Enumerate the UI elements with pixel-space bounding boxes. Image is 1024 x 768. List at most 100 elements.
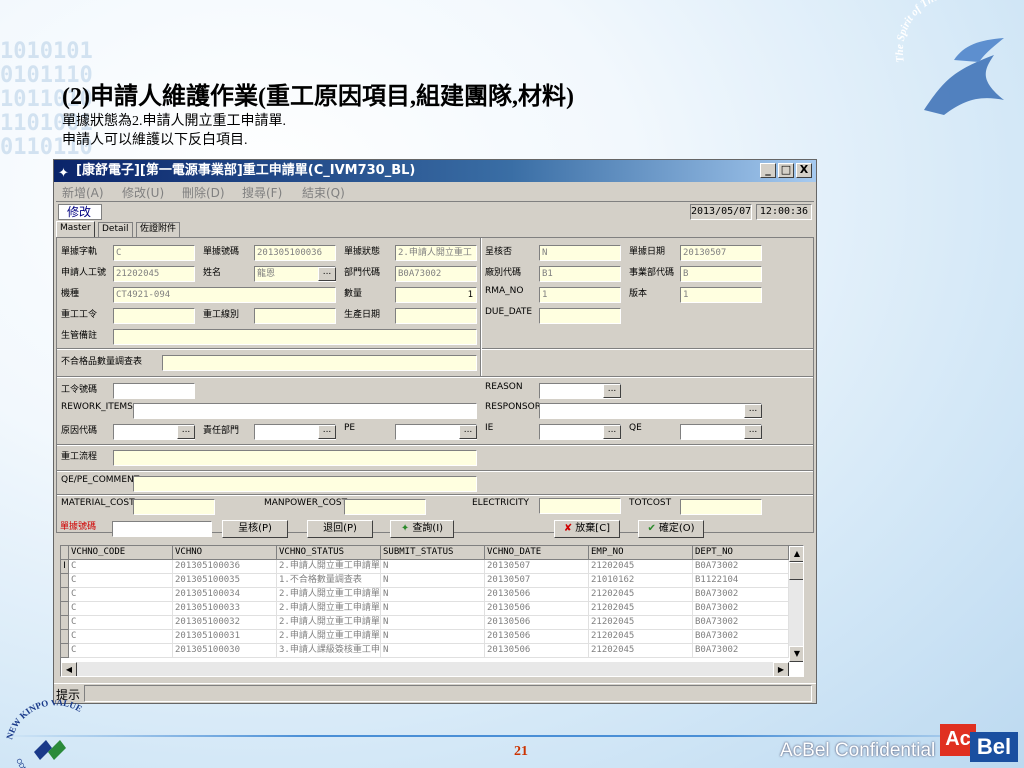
grid-cell-dept[interactable]: B0A73002 [693,560,789,574]
grid-header-vchno[interactable]: VCHNO [173,546,277,560]
grid-cell-emp[interactable]: 21202045 [589,560,693,574]
tab-evidence[interactable]: 佐證附件 [136,222,181,237]
grid-header-vchno-code[interactable]: VCHNO_CODE [69,546,173,560]
grid-cell-code[interactable]: C [69,574,173,588]
plant-field[interactable]: B1 [539,266,621,282]
scroll-right-icon[interactable]: ▶ [773,662,789,676]
tab-detail[interactable]: Detail [98,222,133,237]
approve-button[interactable]: 呈核(P) [222,520,288,538]
scroll-down-icon[interactable]: ▼ [789,646,803,662]
grid-cell-emp[interactable]: 21202045 [589,630,693,644]
due-date-field[interactable] [539,308,621,324]
grid-header-vchno-status[interactable]: VCHNO_STATUS [277,546,381,560]
confirm-button[interactable]: ✔ 確定(O) [638,520,704,538]
grid-cell-date[interactable]: 20130506 [485,644,589,658]
grid-cell-submit[interactable]: N [381,616,485,630]
cause-code-lookup-button[interactable]: ... [177,425,195,439]
grid-cell-status[interactable]: 2.申請人開立重工申請單 [277,630,381,644]
query-button[interactable]: ✦ 查詢(I) [390,520,454,538]
grid-cell-vchno[interactable]: 201305100030 [173,644,277,658]
grid-cell-vchno[interactable]: 201305100033 [173,602,277,616]
qe-lookup-button[interactable]: ... [744,425,762,439]
grid-cell-code[interactable]: C [69,560,173,574]
row-selector[interactable] [61,644,69,658]
grid-cell-emp[interactable]: 21202045 [589,602,693,616]
grid-cell-dept[interactable]: B0A73002 [693,630,789,644]
grid-cell-vchno[interactable]: 201305100035 [173,574,277,588]
grid-cell-date[interactable]: 20130507 [485,560,589,574]
row-selector[interactable] [61,630,69,644]
grid-cell-submit[interactable]: N [381,560,485,574]
maximize-button[interactable]: □ [778,163,794,178]
grid-cell-code[interactable]: C [69,630,173,644]
flow-field[interactable] [113,450,477,466]
resp-dept-lookup-button[interactable]: ... [318,425,336,439]
scroll-up-icon[interactable]: ▲ [789,546,803,562]
grid-header-vchno-date[interactable]: VCHNO_DATE [485,546,589,560]
grid-cell-dept[interactable]: B0A73002 [693,602,789,616]
scroll-left-icon[interactable]: ◀ [61,662,77,676]
prod-date-field[interactable] [395,308,477,324]
grid-cell-emp[interactable]: 21010162 [589,574,693,588]
reason-lookup-button[interactable]: ... [603,384,621,398]
dept-field[interactable]: B0A73002 [395,266,477,282]
bottom-doc-no-field[interactable] [112,521,212,537]
grid-cell-emp[interactable]: 21202045 [589,616,693,630]
grid-cell-dept[interactable]: B1122104 [693,574,789,588]
grid-cell-submit[interactable]: N [381,588,485,602]
grid-cell-submit[interactable]: N [381,574,485,588]
doc-date-field[interactable]: 20130507 [680,245,762,261]
total-cost-field[interactable] [680,499,762,515]
menu-delete[interactable]: 刪除(D) [182,184,225,201]
grid-cell-status[interactable]: 2.申請人開立重工申請單 [277,560,381,574]
version-field[interactable]: 1 [680,287,762,303]
grid-cell-status[interactable]: 1.不合格數量調查表 [277,574,381,588]
grid-cell-status[interactable]: 2.申請人開立重工申請單 [277,616,381,630]
doc-no-field[interactable]: 201305100036 [254,245,336,261]
grid-cell-dept[interactable]: B0A73002 [693,644,789,658]
model-field[interactable]: CT4921-094 [113,287,336,303]
grid-cell-emp[interactable]: 21202045 [589,644,693,658]
grid-cell-submit[interactable]: N [381,644,485,658]
row-selector[interactable] [61,616,69,630]
grid-cell-code[interactable]: C [69,602,173,616]
pe-lookup-button[interactable]: ... [459,425,477,439]
name-lookup-button[interactable]: ... [318,267,336,281]
grid-cell-date[interactable]: 20130507 [485,574,589,588]
grid-vertical-scrollbar[interactable]: ▲ ▼ [789,546,803,662]
grid-horizontal-scrollbar[interactable]: ◀ ▶ [61,662,789,676]
menu-search[interactable]: 搜尋(F) [242,184,282,201]
grid-cell-code[interactable]: C [69,644,173,658]
ie-lookup-button[interactable]: ... [603,425,621,439]
ng-report-field[interactable] [162,355,477,371]
grid-cell-date[interactable]: 20130506 [485,602,589,616]
grid-cell-date[interactable]: 20130506 [485,588,589,602]
grid-cell-submit[interactable]: N [381,602,485,616]
bu-field[interactable]: B [680,266,762,282]
scroll-thumb[interactable] [789,562,803,580]
grid-cell-status[interactable]: 3.申請人課級簽核重工申請單 [277,644,381,658]
close-button[interactable]: X [796,163,812,178]
grid-cell-status[interactable]: 2.申請人開立重工申請單 [277,602,381,616]
menu-exit[interactable]: 結束(Q) [302,184,345,201]
doc-status-field[interactable]: 2.申請人開立重工 [395,245,477,261]
grid-cell-vchno[interactable]: 201305100032 [173,616,277,630]
abandon-button[interactable]: ✘ 放棄[C] [554,520,620,538]
rework-line-field[interactable] [254,308,336,324]
responsor-field[interactable] [539,403,762,419]
menu-edit[interactable]: 修改(U) [122,184,164,201]
grid-header-submit-status[interactable]: SUBMIT_STATUS [381,546,485,560]
grid-cell-code[interactable]: C [69,588,173,602]
approve-flag-field[interactable]: N [539,245,621,261]
grid-cell-vchno[interactable]: 201305100031 [173,630,277,644]
row-selector[interactable] [61,574,69,588]
return-button[interactable]: 退回(P) [307,520,373,538]
doc-type-field[interactable]: C [113,245,195,261]
work-order-field[interactable] [113,383,195,399]
manpower-cost-field[interactable] [344,499,426,515]
applicant-field[interactable]: 21202045 [113,266,195,282]
responsor-lookup-button[interactable]: ... [744,404,762,418]
grid-cell-vchno[interactable]: 201305100036 [173,560,277,574]
grid-cell-date[interactable]: 20130506 [485,616,589,630]
grid-header-emp-no[interactable]: EMP_NO [589,546,693,560]
